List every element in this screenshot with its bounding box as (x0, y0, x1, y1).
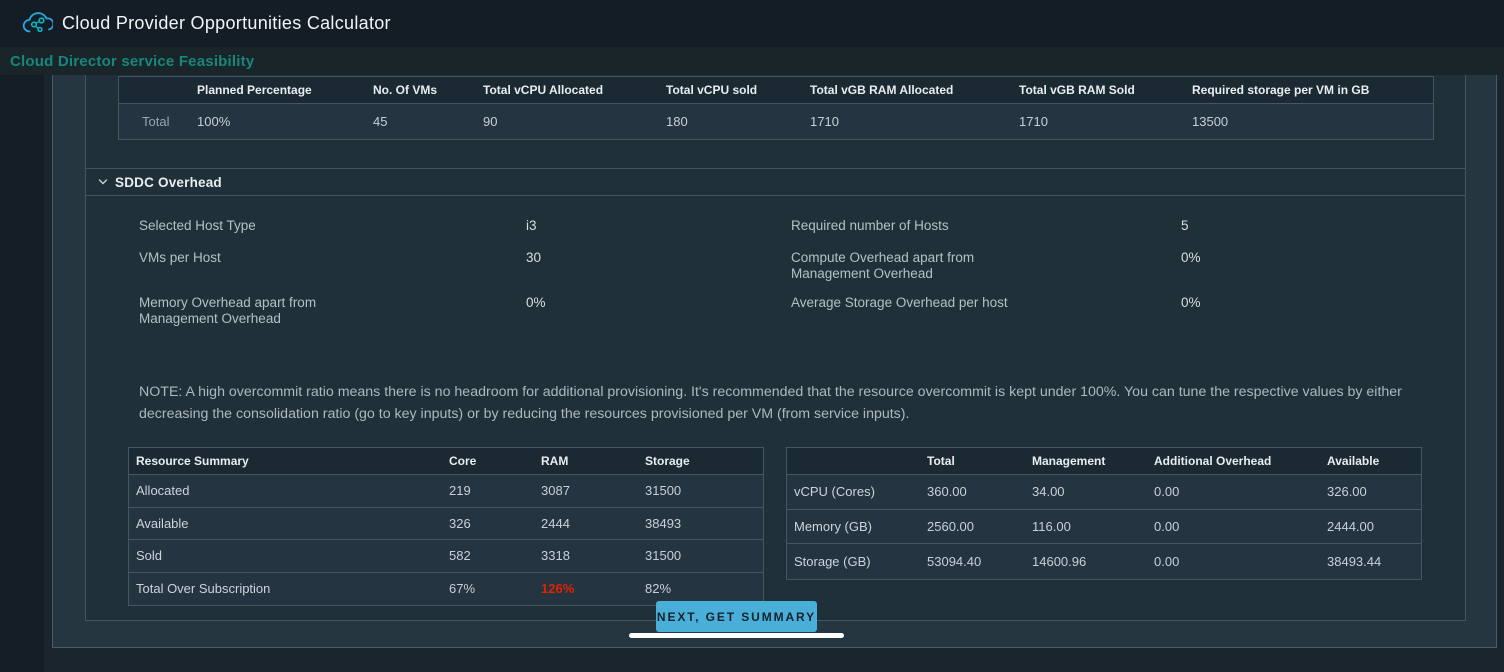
value-cell: 582 (439, 548, 531, 563)
field-label: Required number of Hosts (791, 218, 1181, 234)
column-header: Total vGB RAM Sold (1009, 83, 1182, 97)
field-value: 0% (1181, 295, 1465, 311)
resource-summary-table: Resource Summary Core RAM Storage Alloca… (128, 447, 764, 606)
table-header-row: Planned Percentage No. Of VMs Total vCPU… (119, 77, 1433, 104)
value-cell: 0.00 (1154, 484, 1327, 499)
value-cell: 360.00 (927, 484, 1032, 499)
value-cell: 13500 (1182, 114, 1433, 129)
column-header: Total vGB RAM Allocated (800, 83, 1009, 97)
value-cell: 3318 (531, 548, 635, 563)
sddc-overhead-fields: Selected Host Type i3 Required number of… (86, 196, 1465, 340)
value-cell: 100% (187, 114, 363, 129)
field-label: Memory Overhead apart from Management Ov… (139, 295, 526, 327)
sddc-overhead-accordion-header[interactable]: SDDC Overhead (86, 168, 1465, 196)
app-header: Cloud Provider Opportunities Calculator (0, 0, 1504, 47)
value-cell: 116.00 (1032, 519, 1154, 534)
table-header-row: Resource Summary Core RAM Storage (129, 448, 763, 475)
value-cell: 180 (656, 114, 800, 129)
left-gutter (0, 75, 44, 672)
value-cell: 2444.00 (1327, 519, 1421, 534)
value-cell: 0.00 (1154, 554, 1327, 569)
column-header: Total vCPU sold (656, 83, 800, 97)
horizontal-scrollbar-thumb[interactable] (629, 633, 844, 638)
value-cell: 53094.40 (927, 554, 1032, 569)
next-get-summary-button[interactable]: NEXT, GET SUMMARY (656, 601, 817, 632)
column-header: RAM (531, 454, 635, 468)
row-label: vCPU (Cores) (787, 484, 927, 499)
table-header-row: Total Management Additional Overhead Ava… (787, 448, 1421, 475)
row-label: Storage (GB) (787, 554, 927, 569)
field-value: 0% (526, 295, 791, 311)
value-cell: 82% (635, 581, 763, 596)
value-cell: 2560.00 (927, 519, 1032, 534)
value-cell: 326 (439, 516, 531, 531)
value-cell: 31500 (635, 548, 763, 563)
value-cell: 326.00 (1327, 484, 1421, 499)
value-cell: 38493.44 (1327, 554, 1421, 569)
value-cell: 0.00 (1154, 519, 1327, 534)
field-value: i3 (526, 218, 791, 234)
table-row: vCPU (Cores) 360.00 34.00 0.00 326.00 (787, 475, 1421, 510)
value-cell: 38493 (635, 516, 763, 531)
table-row-total: Total 100% 45 90 180 1710 1710 13500 (119, 104, 1433, 139)
field-label: Average Storage Overhead per host (791, 295, 1181, 311)
page-subtitle: Cloud Director service Feasibility (10, 53, 254, 70)
service-totals-table: Planned Percentage No. Of VMs Total vCPU… (118, 76, 1434, 140)
column-header: Total vCPU Allocated (473, 83, 656, 97)
value-cell: 1710 (1009, 114, 1182, 129)
field-label: VMs per Host (139, 250, 526, 266)
row-label: Total Over Subscription (129, 581, 439, 596)
table-row: Available 326 2444 38493 (129, 508, 763, 541)
column-header: Planned Percentage (187, 83, 363, 97)
value-cell: 34.00 (1032, 484, 1154, 499)
row-label: Sold (129, 548, 439, 563)
row-label: Available (129, 516, 439, 531)
field-label: Selected Host Type (139, 218, 526, 234)
column-header: Total (927, 454, 1032, 468)
overcommit-note: NOTE: A high overcommit ratio means ther… (139, 382, 1434, 425)
accordion-title: SDDC Overhead (115, 175, 222, 190)
capacity-breakdown-table: Total Management Additional Overhead Ava… (786, 447, 1422, 580)
column-header: Required storage per VM in GB (1182, 83, 1433, 97)
scrollable-content[interactable]: Planned Percentage No. Of VMs Total vCPU… (85, 75, 1466, 621)
chevron-down-icon[interactable] (97, 176, 109, 188)
table-row: Sold 582 3318 31500 (129, 540, 763, 573)
column-header: Resource Summary (129, 454, 439, 468)
column-header: Storage (635, 454, 763, 468)
table-row: Allocated 219 3087 31500 (129, 475, 763, 508)
ram-oversubscription-alert: 126% (531, 581, 635, 596)
table-row: Storage (GB) 53094.40 14600.96 0.00 3849… (787, 544, 1421, 579)
field-row: Selected Host Type i3 Required number of… (139, 218, 1465, 250)
value-cell: 2444 (531, 516, 635, 531)
table-row: Memory (GB) 2560.00 116.00 0.00 2444.00 (787, 510, 1421, 545)
value-cell: 45 (363, 114, 473, 129)
column-header: No. Of VMs (363, 83, 473, 97)
value-cell: 90 (473, 114, 656, 129)
value-cell: 3087 (531, 483, 635, 498)
value-cell: 67% (439, 581, 531, 596)
field-row: Memory Overhead apart from Management Ov… (139, 295, 1465, 340)
column-header: Additional Overhead (1154, 454, 1327, 468)
page-subtitle-bar: Cloud Director service Feasibility (0, 47, 1504, 75)
field-value: 0% (1181, 250, 1465, 266)
field-row: VMs per Host 30 Compute Overhead apart f… (139, 250, 1465, 295)
field-label: Compute Overhead apart from Management O… (791, 250, 1181, 282)
value-cell: 31500 (635, 483, 763, 498)
app-title: Cloud Provider Opportunities Calculator (62, 13, 391, 34)
app-root: Cloud Provider Opportunities Calculator … (0, 0, 1504, 672)
field-value: 5 (1181, 218, 1465, 234)
column-header: Management (1032, 454, 1154, 468)
row-label: Allocated (129, 483, 439, 498)
field-value: 30 (526, 250, 791, 266)
value-cell: 14600.96 (1032, 554, 1154, 569)
value-cell: 1710 (800, 114, 1009, 129)
row-label: Memory (GB) (787, 519, 927, 534)
value-cell: 219 (439, 483, 531, 498)
column-header: Core (439, 454, 531, 468)
column-header: Available (1327, 454, 1421, 468)
row-label: Total (119, 114, 187, 129)
cloud-logo-icon (21, 10, 53, 37)
